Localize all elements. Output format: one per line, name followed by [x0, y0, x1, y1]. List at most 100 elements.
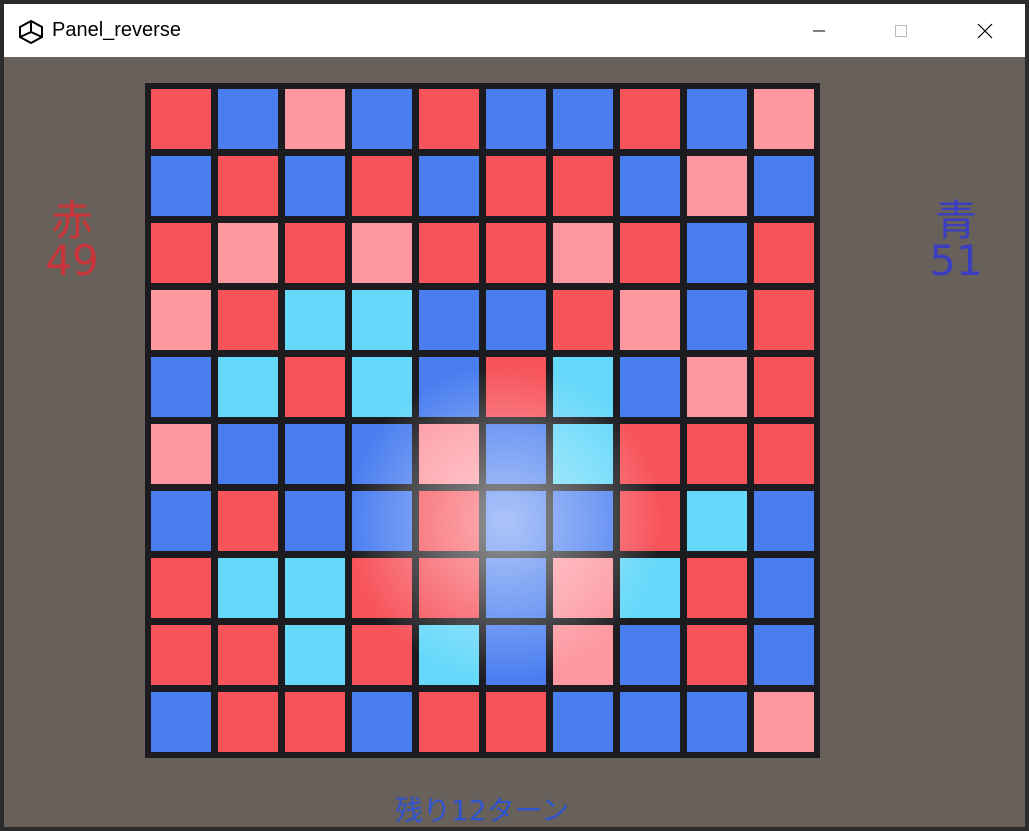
close-button[interactable] — [962, 8, 1008, 53]
board-cell-red[interactable] — [151, 558, 211, 618]
board-cell-blue[interactable] — [486, 491, 546, 551]
board-cell-light-red[interactable] — [620, 290, 680, 350]
board-cell-blue[interactable] — [419, 357, 479, 417]
board-cell-red[interactable] — [218, 290, 278, 350]
board-cell-red[interactable] — [151, 223, 211, 283]
board-cell-red[interactable] — [687, 625, 747, 685]
board-cell-red[interactable] — [620, 491, 680, 551]
board-cell-blue[interactable] — [352, 491, 412, 551]
board-cell-red[interactable] — [620, 424, 680, 484]
title-bar[interactable]: Panel_reverse — [4, 4, 1025, 57]
board-cell-blue[interactable] — [151, 692, 211, 752]
maximize-button[interactable] — [878, 8, 924, 53]
board-cell-red[interactable] — [352, 625, 412, 685]
board-cell-red[interactable] — [419, 491, 479, 551]
board-cell-red[interactable] — [218, 692, 278, 752]
board-cell-blue[interactable] — [754, 156, 814, 216]
board-cell-light-red[interactable] — [754, 89, 814, 149]
board-cell-red[interactable] — [419, 558, 479, 618]
board-cell-blue[interactable] — [553, 89, 613, 149]
board-cell-red[interactable] — [754, 357, 814, 417]
board-cell-light-red[interactable] — [553, 558, 613, 618]
board-cell-blue[interactable] — [352, 89, 412, 149]
board-cell-cyan[interactable] — [218, 357, 278, 417]
board-cell-cyan[interactable] — [218, 558, 278, 618]
board-cell-blue[interactable] — [620, 357, 680, 417]
board-cell-blue[interactable] — [486, 625, 546, 685]
board-cell-blue[interactable] — [486, 290, 546, 350]
board-cell-light-red[interactable] — [687, 156, 747, 216]
board-cell-blue[interactable] — [754, 558, 814, 618]
board-cell-cyan[interactable] — [285, 625, 345, 685]
board-cell-light-red[interactable] — [754, 692, 814, 752]
board-cell-blue[interactable] — [620, 156, 680, 216]
board-cell-light-red[interactable] — [553, 625, 613, 685]
board-cell-blue[interactable] — [352, 424, 412, 484]
board-cell-red[interactable] — [486, 156, 546, 216]
board-cell-red[interactable] — [285, 357, 345, 417]
board-cell-blue[interactable] — [687, 290, 747, 350]
board-cell-red[interactable] — [486, 357, 546, 417]
board-cell-red[interactable] — [687, 558, 747, 618]
board-cell-blue[interactable] — [419, 290, 479, 350]
board-cell-blue[interactable] — [687, 223, 747, 283]
board-cell-blue[interactable] — [352, 692, 412, 752]
board-cell-red[interactable] — [352, 156, 412, 216]
board-cell-blue[interactable] — [486, 558, 546, 618]
board-cell-blue[interactable] — [687, 89, 747, 149]
board-cell-red[interactable] — [218, 625, 278, 685]
board-cell-blue[interactable] — [218, 89, 278, 149]
board-cell-cyan[interactable] — [620, 558, 680, 618]
board-cell-cyan[interactable] — [285, 290, 345, 350]
board-cell-red[interactable] — [419, 223, 479, 283]
board-cell-red[interactable] — [754, 223, 814, 283]
board-cell-blue[interactable] — [687, 692, 747, 752]
board-cell-cyan[interactable] — [553, 424, 613, 484]
board-cell-blue[interactable] — [419, 156, 479, 216]
board-cell-red[interactable] — [754, 290, 814, 350]
board-cell-light-red[interactable] — [218, 223, 278, 283]
board-cell-cyan[interactable] — [553, 357, 613, 417]
board-cell-light-red[interactable] — [285, 89, 345, 149]
board-cell-light-red[interactable] — [151, 290, 211, 350]
board-cell-red[interactable] — [218, 491, 278, 551]
board-cell-cyan[interactable] — [419, 625, 479, 685]
board-cell-blue[interactable] — [151, 491, 211, 551]
board-cell-blue[interactable] — [285, 424, 345, 484]
board-cell-blue[interactable] — [620, 692, 680, 752]
board-cell-red[interactable] — [754, 424, 814, 484]
board-cell-blue[interactable] — [754, 491, 814, 551]
board-cell-light-red[interactable] — [419, 424, 479, 484]
board-cell-red[interactable] — [151, 625, 211, 685]
board-cell-light-red[interactable] — [553, 223, 613, 283]
board-cell-red[interactable] — [687, 424, 747, 484]
board-cell-blue[interactable] — [553, 491, 613, 551]
board-cell-red[interactable] — [553, 156, 613, 216]
board-cell-blue[interactable] — [486, 424, 546, 484]
board-cell-blue[interactable] — [285, 156, 345, 216]
board-cell-light-red[interactable] — [352, 223, 412, 283]
board-cell-red[interactable] — [553, 290, 613, 350]
board-cell-blue[interactable] — [218, 424, 278, 484]
board-cell-blue[interactable] — [486, 89, 546, 149]
board-cell-red[interactable] — [419, 692, 479, 752]
board-cell-cyan[interactable] — [285, 558, 345, 618]
board-cell-red[interactable] — [486, 692, 546, 752]
board-cell-blue[interactable] — [620, 625, 680, 685]
board-cell-blue[interactable] — [151, 156, 211, 216]
board-cell-blue[interactable] — [754, 625, 814, 685]
board-cell-red[interactable] — [486, 223, 546, 283]
board-cell-red[interactable] — [151, 89, 211, 149]
minimize-button[interactable] — [796, 8, 842, 53]
board-cell-light-red[interactable] — [687, 357, 747, 417]
board-cell-cyan[interactable] — [687, 491, 747, 551]
board-cell-light-red[interactable] — [151, 424, 211, 484]
board-cell-blue[interactable] — [553, 692, 613, 752]
board-cell-red[interactable] — [218, 156, 278, 216]
board-cell-red[interactable] — [620, 223, 680, 283]
board-cell-blue[interactable] — [151, 357, 211, 417]
board-cell-red[interactable] — [352, 558, 412, 618]
board-cell-red[interactable] — [285, 223, 345, 283]
board-cell-cyan[interactable] — [352, 290, 412, 350]
board-cell-red[interactable] — [620, 89, 680, 149]
